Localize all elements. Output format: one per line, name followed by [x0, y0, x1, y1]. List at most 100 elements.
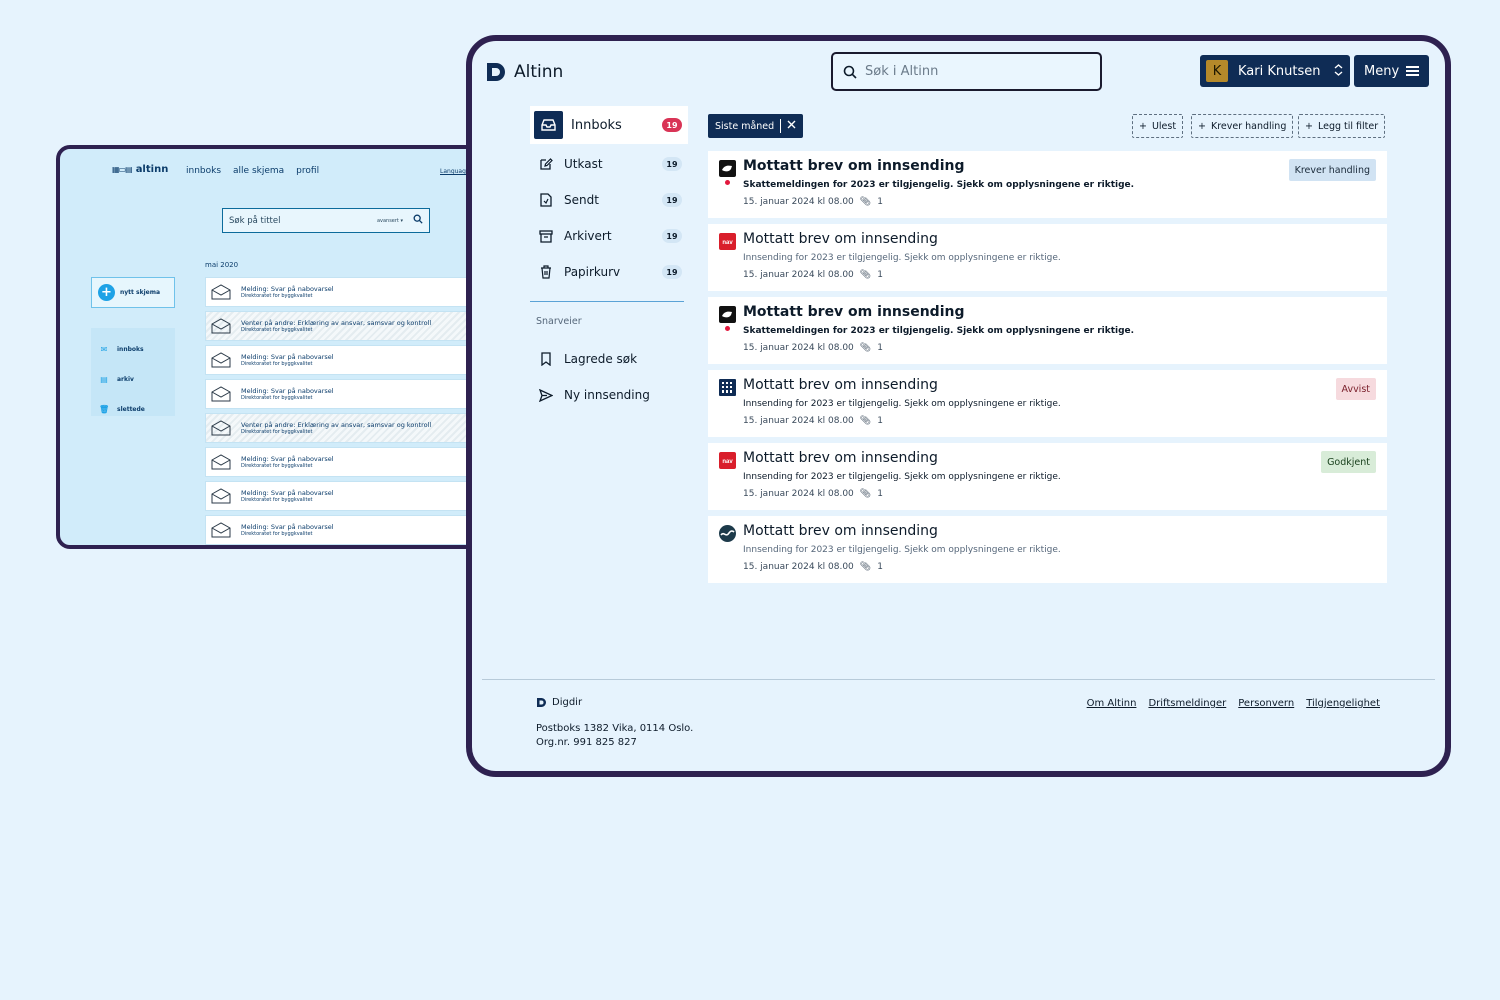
old-message-title: Melding: Svar på nabovarsel [241, 523, 334, 531]
old-altinn-content: ▦▭▤ altinn innboks alle skjema profil La… [60, 149, 470, 545]
chip-separator [780, 119, 782, 133]
plus-icon: + [98, 284, 115, 301]
footer-divider [482, 679, 1435, 680]
footer-link-driftsmeldinger[interactable]: Driftsmeldinger [1148, 698, 1226, 709]
envelope-icon [211, 454, 231, 470]
message-date: 15. januar 2024 kl 08.00 [743, 562, 854, 572]
nav-logo-icon: nav [719, 233, 736, 250]
close-icon[interactable] [787, 120, 796, 132]
archive-icon [536, 226, 556, 246]
unread-indicator [725, 326, 730, 331]
old-nav-innboks[interactable]: innboks [186, 166, 221, 176]
attachment-count: 1 [877, 270, 883, 280]
paperclip-icon: 📎︎ [859, 489, 872, 499]
shortcut-lagrede-sok[interactable]: Lagrede søk [530, 341, 688, 377]
attachment-count: 1 [877, 489, 883, 499]
sidebar-item-arkivert[interactable]: Arkivert 19 [530, 218, 688, 254]
menu-button[interactable]: Meny [1354, 55, 1429, 87]
status-badge: Avvist [1335, 378, 1376, 400]
filter-label: Legg til filter [1317, 120, 1379, 132]
envelope-icon [211, 420, 231, 436]
svg-text:nav: nav [722, 459, 733, 465]
old-advanced-dropdown[interactable]: avansert ▾ [377, 218, 403, 224]
old-message-row[interactable]: Venter på andre: Erklæring av ansvar, sa… [205, 311, 470, 341]
sidebar-item-papirkurv[interactable]: Papirkurv 19 [530, 254, 688, 290]
org-number: Org.nr. 991 825 827 [536, 737, 637, 748]
old-sidebar-arkiv[interactable]: ▤ arkiv [91, 364, 175, 394]
status-badge: Krever handling [1288, 159, 1376, 181]
old-message-sender: Direktoratet for byggkvalitet [241, 293, 313, 299]
message-item[interactable]: Mottatt brev om innsending Skattemelding… [708, 297, 1387, 364]
account-switcher-button[interactable]: K Kari Knutsen [1200, 55, 1350, 87]
paperclip-icon: 📎︎ [859, 562, 872, 572]
skatteetaten-logo-icon [719, 306, 736, 323]
old-message-row[interactable]: Melding: Svar på nabovarsel Direktoratet … [205, 345, 470, 375]
old-message-row[interactable]: Melding: Svar på nabovarsel Direktoratet … [205, 481, 470, 511]
message-summary: Skattemeldingen for 2023 er tilgjengelig… [743, 180, 1135, 190]
chevron-up-down-icon [1334, 63, 1343, 79]
old-search-icon[interactable] [413, 214, 423, 227]
message-title: Mottatt brev om innsending [743, 523, 938, 539]
avatar: K [1206, 60, 1228, 82]
message-date: 15. januar 2024 kl 08.00 [743, 343, 854, 353]
footer-link-tilgjengelighet[interactable]: Tilgjengelighet [1306, 698, 1380, 709]
attachment-count: 1 [877, 343, 883, 353]
paperclip-icon: 📎︎ [859, 343, 872, 353]
sidebar-item-innboks[interactable]: Innboks 19 [530, 106, 688, 144]
old-message-sender: Direktoratet for byggkvalitet [241, 361, 313, 367]
add-filter-button[interactable]: + Legg til filter [1298, 114, 1386, 138]
old-nav-profil[interactable]: profil [296, 166, 319, 176]
attachment-count: 1 [877, 416, 883, 426]
message-item[interactable]: Mottatt brev om innsending Skattemelding… [708, 151, 1387, 218]
footer-link-om-altinn[interactable]: Om Altinn [1087, 698, 1137, 709]
old-sidebar-label: slettede [117, 405, 145, 413]
sidebar-item-utkast[interactable]: Utkast 19 [530, 146, 688, 182]
old-sidebar-innboks[interactable]: ✉ innboks [91, 334, 175, 364]
message-title: Mottatt brev om innsending [743, 450, 938, 466]
sent-file-icon [536, 190, 556, 210]
message-date: 15. januar 2024 kl 08.00 [743, 270, 854, 280]
message-item[interactable]: Mottatt brev om innsending Innsending fo… [708, 516, 1387, 583]
message-meta: 15. januar 2024 kl 08.00 📎︎ 1 [743, 270, 883, 280]
message-item[interactable]: nav Mottatt brev om innsending Innsendin… [708, 443, 1387, 510]
inbox-icon [534, 111, 563, 139]
search-input[interactable]: Søk i Altinn [831, 52, 1102, 91]
old-search-input[interactable]: Søk på tittel avansert ▾ [222, 208, 430, 233]
old-nav-alle-skjema[interactable]: alle skjema [233, 166, 284, 176]
filter-krever-handling-button[interactable]: + Krever handling [1191, 114, 1294, 138]
sidebar-item-sendt[interactable]: Sendt 19 [530, 182, 688, 218]
message-summary: Innsending for 2023 er tilgjengelig. Sje… [743, 399, 1061, 409]
old-new-form-button[interactable]: + nytt skjema [91, 277, 175, 308]
old-message-row[interactable]: Melding: Svar på nabovarsel Direktoratet … [205, 515, 470, 545]
old-message-sender: Direktoratet for byggkvalitet [241, 327, 313, 333]
digdir-logo-icon [537, 698, 546, 707]
envelope-icon [211, 386, 231, 402]
old-new-form-label: nytt skjema [120, 289, 160, 296]
filter-ulest-button[interactable]: + Ulest [1132, 114, 1184, 138]
shortcut-ny-innsending[interactable]: Ny innsending [530, 377, 688, 413]
old-message-row[interactable]: Melding: Svar på nabovarsel Direktoratet … [205, 277, 470, 307]
trash-icon [536, 262, 556, 282]
digdir-logo[interactable]: Digdir [536, 697, 582, 708]
message-item[interactable]: nav Mottatt brev om innsending Innsendin… [708, 224, 1387, 291]
old-altinn-logo[interactable]: ▦▭▤ altinn [112, 164, 168, 175]
send-icon [536, 385, 556, 405]
message-date: 15. januar 2024 kl 08.00 [743, 197, 854, 207]
old-message-list: Melding: Svar på nabovarsel Direktoratet … [205, 277, 470, 545]
envelope-icon [211, 318, 231, 334]
active-filter-chip[interactable]: Siste måned [708, 114, 804, 138]
message-meta: 15. januar 2024 kl 08.00 📎︎ 1 [743, 489, 883, 499]
search-placeholder: Søk i Altinn [865, 64, 939, 79]
old-message-title: Melding: Svar på nabovarsel [241, 489, 334, 497]
footer-link-personvern[interactable]: Personvern [1238, 698, 1294, 709]
old-message-row[interactable]: Melding: Svar på nabovarsel Direktoratet … [205, 447, 470, 477]
old-message-row[interactable]: Melding: Svar på nabovarsel Direktoratet … [205, 379, 470, 409]
old-sidebar-slettede[interactable]: 🗑 slettede [91, 394, 175, 424]
message-summary: Skattemeldingen for 2023 er tilgjengelig… [743, 326, 1135, 336]
svg-text:nav: nav [722, 240, 733, 246]
old-message-row[interactable]: Venter på andre: Erklæring av ansvar, sa… [205, 413, 470, 443]
message-item[interactable]: Mottatt brev om innsending Innsending fo… [708, 370, 1387, 437]
old-month-heading: mai 2020 [205, 261, 239, 269]
footer-brand: Digdir [552, 697, 583, 708]
altinn-logo[interactable]: Altinn [485, 61, 563, 83]
